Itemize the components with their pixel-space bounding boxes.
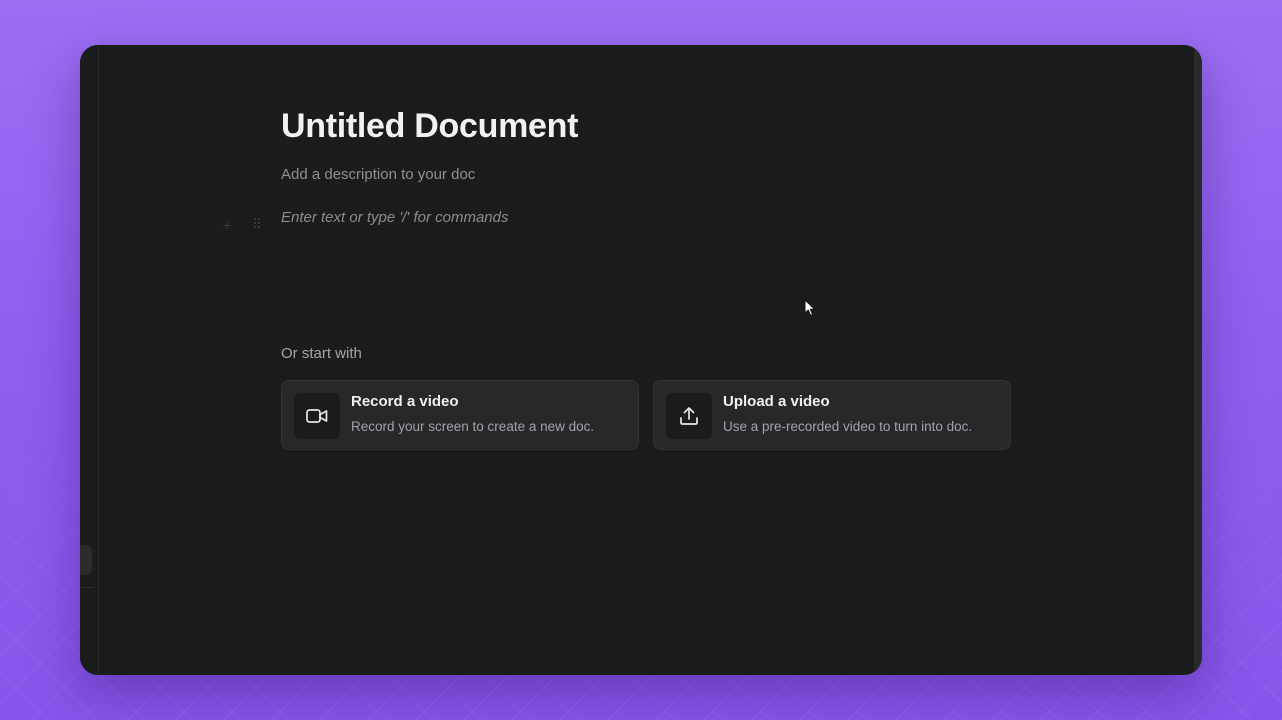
record-video-card[interactable]: Record a video Record your screen to cre…: [281, 380, 639, 450]
block-controls: + ⠿: [221, 216, 263, 233]
document-title[interactable]: Untitled Document: [281, 107, 578, 146]
record-video-title: Record a video: [351, 393, 459, 410]
start-with-label: Or start with: [281, 345, 362, 362]
upload-video-subtitle: Use a pre-recorded video to turn into do…: [723, 419, 973, 434]
video-camera-icon: [294, 393, 340, 439]
app-window: Untitled Document Add a description to y…: [80, 45, 1202, 675]
drag-handle-icon[interactable]: ⠿: [251, 216, 263, 233]
sidebar-toggle[interactable]: [80, 545, 92, 575]
scrollbar-track[interactable]: [1194, 45, 1202, 675]
sidebar-edge: [80, 45, 99, 675]
upload-video-title: Upload a video: [723, 393, 830, 410]
plus-icon[interactable]: +: [221, 217, 233, 233]
document-description-field[interactable]: Add a description to your doc: [281, 166, 475, 183]
upload-icon: [666, 393, 712, 439]
sidebar-divider: [80, 587, 94, 588]
upload-video-card[interactable]: Upload a video Use a pre-recorded video …: [653, 380, 1011, 450]
mouse-cursor-icon: [804, 299, 816, 322]
editor-input[interactable]: Enter text or type '/' for commands: [281, 209, 508, 226]
record-video-subtitle: Record your screen to create a new doc.: [351, 419, 595, 434]
